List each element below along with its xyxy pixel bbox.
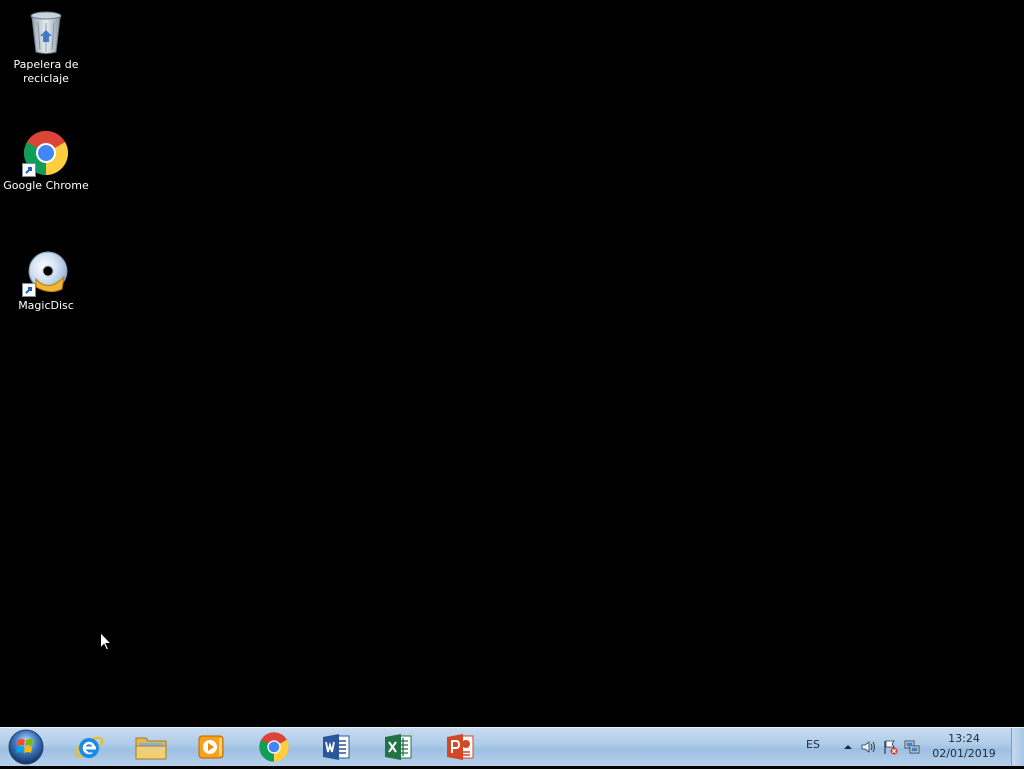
mouse-cursor-icon [100, 632, 112, 651]
taskbar-item-word[interactable] [309, 730, 363, 764]
taskbar: ES 13:24 02/01/2019 [0, 727, 1024, 766]
language-indicator[interactable]: ES [806, 738, 820, 751]
action-center-flag-icon[interactable] [882, 739, 898, 755]
clock-date: 02/01/2019 [932, 747, 996, 760]
clock[interactable]: 13:24 02/01/2019 [928, 731, 1000, 761]
shortcut-arrow-icon [22, 283, 36, 297]
chrome-icon [22, 129, 70, 177]
network-icon[interactable] [904, 739, 920, 755]
show-desktop-button[interactable] [1011, 728, 1024, 766]
media-player-icon [198, 735, 224, 759]
start-button[interactable] [4, 729, 46, 765]
desktop-icon-google-chrome[interactable]: Google Chrome [1, 129, 91, 193]
taskbar-item-windows-explorer[interactable] [124, 730, 178, 764]
taskbar-item-internet-explorer[interactable] [62, 730, 116, 764]
volume-icon[interactable] [860, 739, 876, 755]
system-tray: ES 13:24 02/01/2019 [794, 728, 1024, 766]
shortcut-arrow-icon [22, 163, 36, 177]
desktop-icon-label: Papelera de reciclaje [13, 58, 79, 85]
folder-icon [135, 737, 167, 760]
desktop-icon-label: MagicDisc [18, 299, 74, 312]
taskbar-item-excel[interactable] [371, 730, 425, 764]
desktop-icon-magicdisc[interactable]: MagicDisc [1, 249, 91, 313]
show-hidden-icons-icon[interactable] [840, 739, 856, 755]
desktop[interactable]: Papelera de reciclaje Google Chrome Magi… [0, 0, 1024, 727]
internet-explorer-icon [74, 736, 104, 758]
taskbar-item-google-chrome[interactable] [247, 730, 301, 764]
clock-time: 13:24 [948, 732, 980, 745]
desktop-icon-recycle-bin[interactable]: Papelera de reciclaje [1, 8, 91, 86]
magicdisc-icon [22, 249, 70, 297]
chrome-icon [259, 732, 289, 762]
desktop-icon-label: Google Chrome [3, 179, 89, 192]
powerpoint-icon [447, 734, 474, 760]
taskbar-item-media-player[interactable] [184, 730, 238, 764]
recycle-bin-icon [22, 8, 70, 56]
taskbar-item-powerpoint[interactable] [433, 730, 487, 764]
excel-icon [385, 734, 412, 760]
windows-start-icon [8, 729, 44, 765]
word-icon [323, 734, 350, 760]
